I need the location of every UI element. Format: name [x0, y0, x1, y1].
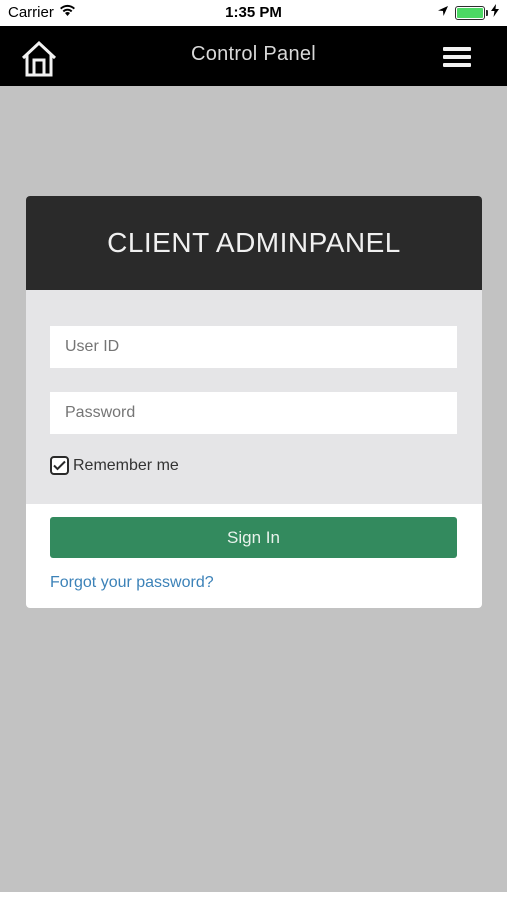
remember-me-label: Remember me	[73, 456, 179, 474]
main-content: CLIENT ADMINPANEL Remember me Sign In Fo…	[0, 86, 507, 892]
login-form: Remember me	[26, 290, 482, 504]
hamburger-menu-icon[interactable]	[443, 47, 471, 67]
login-card: CLIENT ADMINPANEL Remember me Sign In Fo…	[26, 196, 482, 608]
menu-bar	[443, 47, 471, 51]
nav-bar: Control Panel	[0, 26, 507, 86]
status-right-group	[437, 4, 499, 21]
location-arrow-icon	[437, 4, 449, 21]
login-card-header: CLIENT ADMINPANEL	[26, 196, 482, 290]
password-input[interactable]	[50, 392, 457, 434]
nav-title: Control Panel	[190, 43, 317, 65]
login-title: CLIENT ADMINPANEL	[107, 227, 401, 258]
status-time: 1:35 PM	[225, 4, 282, 21]
user-id-input[interactable]	[50, 326, 457, 368]
charging-icon	[491, 4, 499, 21]
forgot-password-link[interactable]: Forgot your password?	[50, 574, 214, 592]
login-card-footer: Sign In Forgot your password?	[26, 504, 482, 592]
remember-me-row[interactable]: Remember me	[50, 456, 458, 475]
menu-bar	[443, 55, 471, 59]
menu-bar	[443, 63, 471, 67]
battery-icon	[455, 5, 488, 20]
remember-me-checkbox[interactable]	[50, 456, 69, 475]
battery-fill	[457, 7, 483, 18]
bottom-strip	[0, 892, 507, 900]
checkmark-icon	[53, 460, 66, 471]
status-bar: Carrier 1:35 PM	[0, 0, 507, 26]
sign-in-button[interactable]: Sign In	[50, 517, 457, 558]
